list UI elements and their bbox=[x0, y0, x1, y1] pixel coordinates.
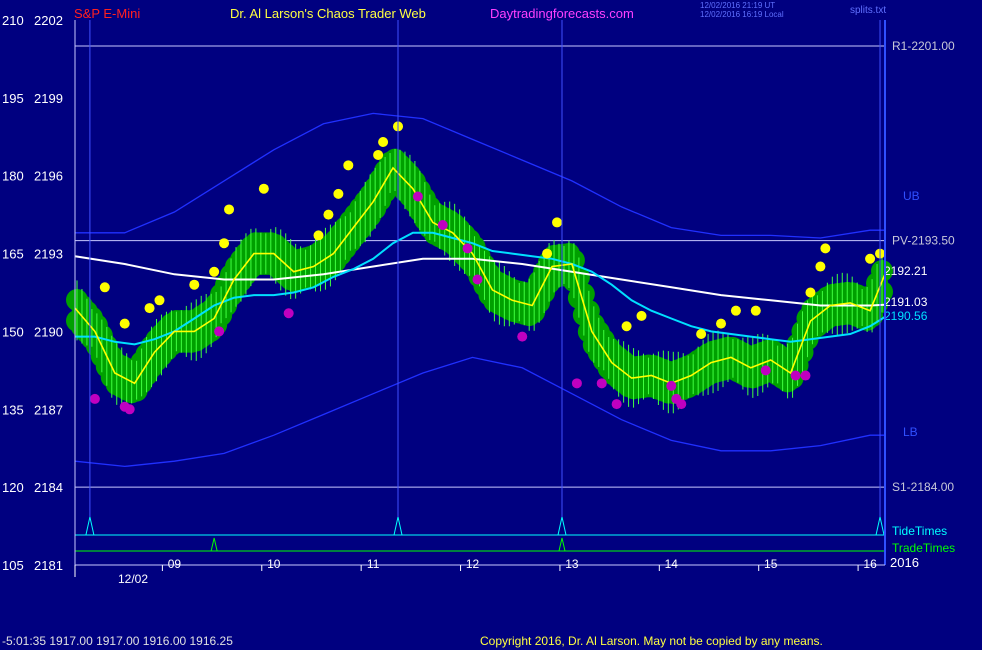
high-dot bbox=[716, 318, 727, 329]
y-tick-left: 165 bbox=[2, 247, 24, 262]
low-dot bbox=[437, 220, 448, 231]
low-dot bbox=[676, 399, 687, 410]
low-dot bbox=[760, 365, 771, 376]
high-dot bbox=[99, 282, 110, 293]
low-dot bbox=[611, 399, 622, 410]
high-dot bbox=[119, 318, 130, 329]
tide-times-label: TideTimes bbox=[892, 524, 947, 538]
y-tick-left: 180 bbox=[2, 169, 24, 184]
x-tick-label: 15 bbox=[764, 557, 778, 571]
date-label: 12/02 bbox=[118, 572, 148, 586]
high-dot bbox=[219, 238, 230, 249]
x-tick-label: 10 bbox=[267, 557, 281, 571]
tide-spike bbox=[557, 516, 567, 536]
y-tick-left: 195 bbox=[2, 91, 24, 106]
trade-spike bbox=[558, 537, 566, 552]
high-dot bbox=[730, 305, 741, 316]
copyright: Copyright 2016, Dr. Al Larson. May not b… bbox=[480, 634, 823, 648]
y-tick-left: 150 bbox=[2, 324, 24, 339]
y-tick-right: 2202 bbox=[34, 13, 63, 28]
high-dot bbox=[378, 136, 389, 147]
plot-frame: 210 2202 195 2199 180 2196 165 2193 150 2190 135 21… bbox=[2, 13, 919, 586]
x-tick-label: 14 bbox=[665, 557, 679, 571]
high-dot bbox=[323, 209, 334, 220]
high-dot bbox=[313, 230, 324, 241]
last-value-price-ma: 2192.21 bbox=[884, 264, 928, 278]
high-dot bbox=[636, 310, 647, 321]
y-tick-right: 2187 bbox=[34, 402, 63, 417]
y-tick-right: 2196 bbox=[34, 169, 63, 184]
low-dot bbox=[283, 308, 294, 319]
y-tick-left: 210 bbox=[2, 13, 24, 28]
trade-times-label: TradeTimes bbox=[892, 541, 955, 555]
high-dot bbox=[542, 248, 553, 259]
chart-canvas: R1-2201.00 PV-2193.50 S1-2184.00 UB LB 2192.… bbox=[2, 13, 955, 586]
low-dot bbox=[800, 370, 811, 381]
low-dot bbox=[596, 378, 607, 389]
low-dot bbox=[790, 370, 801, 381]
low-dot bbox=[124, 404, 135, 415]
high-dot bbox=[209, 266, 220, 277]
low-dot bbox=[571, 378, 582, 389]
high-dot bbox=[373, 149, 384, 160]
symbol-title: S&P E-Mini bbox=[74, 6, 141, 21]
high-dot bbox=[696, 329, 707, 340]
site-url[interactable]: Daytradingforecasts.com bbox=[490, 6, 634, 21]
timestamp-local: 12/02/2016 16:19 Local bbox=[700, 10, 784, 19]
file-name: splits.txt bbox=[850, 5, 887, 16]
last-value-fast-ma: 2190.56 bbox=[884, 309, 928, 323]
y-tick-right: 2193 bbox=[34, 247, 63, 262]
site-title: Dr. Al Larson's Chaos Trader Web bbox=[230, 6, 426, 21]
low-dot bbox=[214, 326, 225, 337]
x-tick-label: 11 bbox=[367, 557, 380, 571]
y-tick-left: 120 bbox=[2, 480, 24, 495]
low-dot bbox=[462, 243, 473, 254]
x-tick-label: 09 bbox=[168, 557, 182, 571]
y-tick-right: 2181 bbox=[34, 558, 63, 573]
last-value-slow-ma: 2191.03 bbox=[884, 295, 928, 309]
high-dot bbox=[805, 287, 816, 298]
level-label-r1: R1-2201.00 bbox=[892, 39, 955, 53]
high-dot bbox=[865, 253, 876, 264]
trade-spike bbox=[210, 537, 218, 552]
high-dot bbox=[750, 305, 761, 316]
low-dot bbox=[412, 191, 423, 202]
high-dot bbox=[552, 217, 563, 228]
high-dot bbox=[820, 243, 831, 254]
y-tick-right: 2199 bbox=[34, 91, 63, 106]
tide-spike bbox=[85, 516, 95, 536]
x-tick-label: 16 bbox=[863, 557, 877, 571]
high-dot bbox=[621, 321, 632, 332]
band-label-lb: LB bbox=[903, 425, 918, 439]
low-dot bbox=[472, 274, 483, 285]
high-dot bbox=[144, 303, 155, 314]
upper-band-line bbox=[75, 112, 885, 239]
low-dot bbox=[89, 393, 100, 404]
high-dot bbox=[343, 160, 354, 171]
level-label-pv: PV-2193.50 bbox=[892, 234, 955, 248]
low-dot bbox=[666, 380, 677, 391]
high-dot bbox=[815, 261, 826, 272]
timestamp-ut: 12/02/2016 21:19 UT bbox=[700, 1, 776, 10]
low-dot bbox=[517, 331, 528, 342]
high-dot bbox=[258, 183, 269, 194]
high-dot bbox=[224, 204, 235, 215]
level-label-s1: S1-2184.00 bbox=[892, 480, 954, 494]
high-dot bbox=[189, 279, 200, 290]
year-label: 2016 bbox=[890, 555, 919, 570]
tide-spike bbox=[393, 516, 403, 536]
y-tick-left: 135 bbox=[2, 402, 24, 417]
x-tick-label: 13 bbox=[565, 557, 579, 571]
y-tick-right: 2184 bbox=[34, 480, 63, 495]
band-label-ub: UB bbox=[903, 189, 920, 203]
y-tick-left: 105 bbox=[2, 558, 24, 573]
tide-spike bbox=[875, 516, 885, 536]
high-dot bbox=[333, 188, 344, 199]
x-tick-label: 12 bbox=[466, 557, 480, 571]
high-dot bbox=[154, 295, 165, 306]
quote-line: -5:01:35 1917.00 1917.00 1916.00 1916.25 bbox=[2, 634, 233, 648]
y-tick-right: 2190 bbox=[34, 324, 63, 339]
